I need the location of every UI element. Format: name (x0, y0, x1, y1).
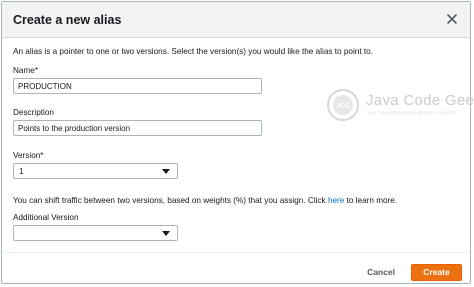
additional-version-label: Additional Version (13, 213, 79, 222)
traffic-shift-text: You can shift traffic between two versio… (13, 195, 397, 206)
learn-more-link[interactable]: here (328, 196, 344, 205)
create-alias-dialog: Create a new alias An alias is a pointer… (1, 1, 474, 284)
jcg-logo-icon: JCG (327, 89, 359, 121)
name-label: Name* (13, 66, 39, 75)
watermark-subtext: JAVA 2 JAVA DEVELOPERS RESOURCE CENTER (367, 111, 456, 115)
version-label: Version* (13, 151, 44, 160)
description-label: Description (13, 108, 54, 117)
version-select-value: 1 (19, 167, 24, 176)
create-button[interactable]: Create (411, 264, 462, 281)
footer-divider (2, 252, 470, 253)
java-code-geeks-watermark: JCG Java Code Geeks JAVA 2 JAVA DEVELOPE… (324, 86, 474, 126)
traffic-shift-description: You can shift traffic between two versio… (13, 196, 326, 205)
dialog-title: Create a new alias (13, 13, 122, 27)
caret-down-icon (162, 169, 170, 174)
jcg-logo-text: JCG (336, 103, 351, 110)
traffic-shift-suffix: to learn more. (346, 196, 398, 205)
dialog-header: Create a new alias (2, 2, 470, 38)
additional-version-select[interactable] (13, 225, 178, 241)
dialog-intro-text: An alias is a pointer to one or two vers… (13, 47, 373, 56)
description-input[interactable] (13, 120, 262, 136)
caret-down-icon (162, 231, 170, 236)
close-icon (447, 14, 457, 24)
version-select[interactable]: 1 (13, 163, 178, 179)
name-input[interactable] (13, 78, 262, 94)
cancel-button[interactable]: Cancel (358, 264, 404, 280)
close-button[interactable] (444, 11, 460, 27)
watermark-text: Java Code Geeks (366, 92, 474, 109)
